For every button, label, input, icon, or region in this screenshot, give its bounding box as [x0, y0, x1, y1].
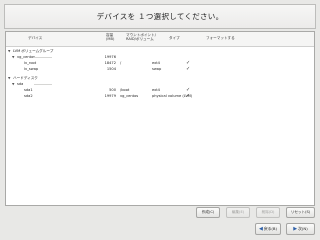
back-button-label: 戻る(B) — [263, 226, 278, 231]
tree-row[interactable]: sda2 19979 vg_centos physical volume (LVM) ✓ — [6, 93, 314, 99]
column-mount[interactable]: マウントポイント/ RAID/ボリューム — [126, 33, 156, 41]
device-size: 19979 — [104, 94, 116, 98]
column-format[interactable]: フォーマットする — [206, 36, 235, 40]
page-title: デバイスを １つ選択してください。 — [96, 12, 224, 21]
column-type[interactable]: タイプ — [169, 36, 180, 40]
back-arrow-icon: ◀ — [258, 226, 263, 232]
next-button-label: 次(N) — [298, 226, 308, 231]
device-name: lv_swap — [24, 67, 39, 71]
edit-button[interactable]: 編集(E) — [226, 207, 250, 218]
page-title-bar: デバイスを １つ選択してください。 — [4, 4, 316, 29]
create-button[interactable]: 作成(C) — [196, 207, 220, 218]
fs-type: swap — [152, 67, 162, 71]
column-device[interactable]: デバイス — [28, 36, 42, 40]
device-size: 1504 — [106, 67, 116, 71]
column-header-row: デバイス 容量 (MB) マウントポイント/ RAID/ボリューム タイプ フォ… — [6, 32, 314, 47]
partition-tree[interactable]: デバイス 容量 (MB) マウントポイント/ RAID/ボリューム タイプ フォ… — [5, 31, 315, 206]
back-button[interactable]: ◀ 戻る(B) — [255, 223, 281, 235]
column-size[interactable]: 容量 (MB) — [106, 33, 114, 41]
tree-row[interactable]: lv_swap 1504 swap ✓ — [6, 66, 314, 72]
format-check-icon[interactable]: ✓ — [186, 66, 190, 72]
row-divider — [34, 84, 52, 85]
delete-button[interactable]: 削除(D) — [256, 207, 280, 218]
device-name: sda2 — [24, 94, 33, 98]
row-divider — [34, 57, 52, 58]
reset-button[interactable]: リセット(S) — [286, 207, 315, 218]
next-button[interactable]: ▶ 次(N) — [286, 223, 315, 235]
next-arrow-icon: ▶ — [293, 226, 298, 232]
mount-point: vg_centos — [120, 94, 139, 98]
format-check-icon[interactable]: ✓ — [186, 93, 190, 99]
